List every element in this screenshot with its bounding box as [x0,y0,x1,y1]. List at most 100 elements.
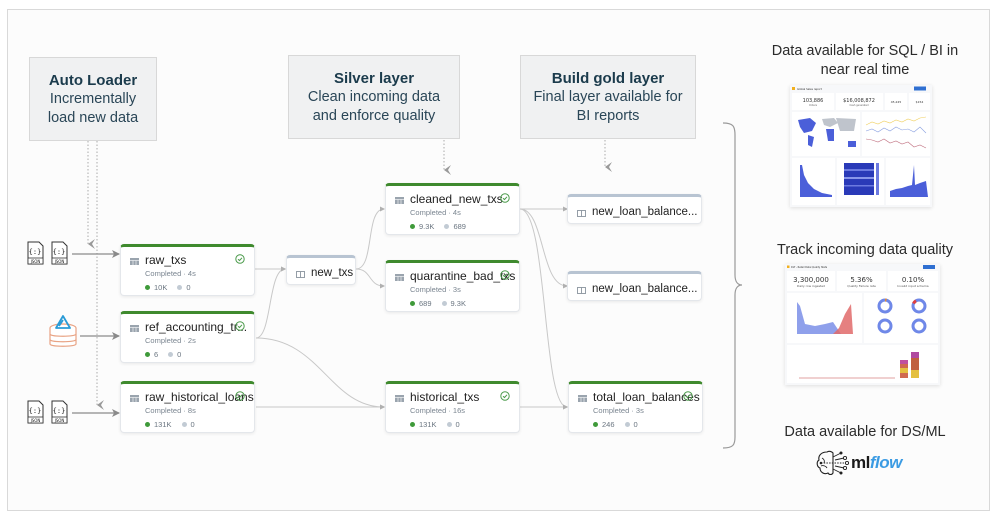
node-raw-historical-loans[interactable]: raw_historical_loans Completed · 8s 131K… [120,381,255,433]
node-metrics: 10K 0 [145,283,191,292]
mlflow-logo-ml: ml [851,453,870,472]
svg-text:JSON: JSON [54,259,65,264]
table-icon [395,395,404,402]
sql-bi-caption: Data available for SQL / BI in near real… [760,42,970,80]
node-new-txs[interactable]: new_txs [286,255,356,285]
brain-network-icon [816,450,850,476]
dropped-count: 0 [186,283,191,292]
kpi-label: Invalid input schema [897,284,928,288]
completed-check-icon [235,254,245,264]
dropped-dot-icon [441,301,447,306]
completed-check-icon [500,391,510,401]
node-name: new_loan_balance... [592,206,698,218]
delta-table-source [47,315,79,354]
callout-title: Build gold layer [551,70,665,87]
kpi-value: $154 [916,100,924,104]
json-file-icon: {:} JSON [51,241,68,265]
table-icon [578,395,587,402]
table-icon [130,395,139,402]
node-status: Completed · 8s [145,406,196,415]
node-metrics: 131K 0 [145,420,195,429]
node-name: new_loan_balance... [592,283,698,295]
dropped-dot-icon [177,285,183,290]
dropped-count: 0 [190,420,195,429]
callout-title: Silver layer [333,70,415,87]
kpi-label: Orders [809,104,818,107]
mlflow-logo-flow: flow [869,453,903,472]
node-ref-accounting[interactable]: ref_accounting_tr... Completed · 2s 60 [120,311,255,363]
kpi-value: 0.10% [902,276,925,284]
node-quarantine-bad-txs[interactable]: quarantine_bad_txs Completed · 3s 689 9.3… [385,260,520,312]
kpi-label: Quality Failure rate [847,284,876,288]
node-status: Completed · 3s [410,285,461,294]
node-status: Completed · 16s [410,406,466,415]
json-source-2: {:} JSON {:} JSON [27,400,71,429]
node-total-loan-balances[interactable]: total_loan_balances Completed · 3s 246 0 [568,381,703,433]
written-dot-icon [410,224,415,229]
written-dot-icon [410,422,415,427]
dropped-count: 0 [455,420,460,429]
dropped-count: 0 [177,350,182,359]
written-count: 10K [154,283,168,292]
dropped-count: 9.3K [450,299,466,308]
svg-text:JSON: JSON [30,418,41,423]
svg-text:{:}: {:} [29,407,42,415]
callout-line: Clean incoming data [307,89,441,105]
written-dot-icon [410,301,415,306]
view-icon [577,287,586,294]
node-metrics: 9.3K 689 [410,222,466,231]
view-icon [577,210,586,217]
node-metrics: 131K 0 [410,420,460,429]
dropped-dot-icon [624,422,630,427]
written-count: 131K [154,420,172,429]
node-new-loan-balance-2[interactable]: new_loan_balance... [567,271,702,301]
svg-text:JSON: JSON [54,418,65,423]
callout-title: Auto Loader [48,72,138,89]
completed-check-icon [500,193,510,203]
written-count: 246 [602,420,615,429]
kpi-label: Daily row ingested [797,284,825,288]
heatmap-chart [844,163,879,195]
callout-line: BI reports [576,108,640,124]
node-name: historical_txs [410,390,480,404]
completed-check-icon [235,391,245,401]
node-name: ref_accounting_tr... [145,320,248,334]
written-dot-icon [145,352,150,357]
caption-line: near real time [820,62,910,78]
kpi-value: 45,245 [891,100,902,104]
written-count: 131K [419,420,437,429]
dashboard-title: DLT - Retail Data Quality Stats [791,266,828,269]
json-file-icon: {:} JSON [27,400,44,424]
callout-line: and enforce quality [312,108,436,124]
node-status: Completed · 4s [410,208,461,217]
sales-dashboard-screenshot: Global Sales report 103,886 Orders $16,0… [790,85,932,207]
json-source-1: {:} JSON {:} JSON [27,241,71,270]
completed-check-icon [235,321,245,331]
node-new-loan-balance-1[interactable]: new_loan_balance... [567,194,702,224]
svg-text:{:}: {:} [29,248,42,256]
table-icon [130,325,139,332]
node-metrics: 246 0 [593,420,638,429]
caption-line: Data available for DS/ML [784,424,946,440]
dropped-dot-icon [181,422,187,427]
json-file-icon: {:} JSON [27,241,44,265]
json-file-icon: {:} JSON [51,400,68,424]
written-dot-icon [593,422,598,427]
node-metrics: 689 9.3K [410,299,466,308]
callout-line: Final layer available for [533,89,683,105]
node-cleaned-new-txs[interactable]: cleaned_new_txs Completed · 4s 9.3K 689 [385,183,520,235]
completed-check-icon [683,391,693,401]
written-count: 9.3K [419,222,435,231]
completed-check-icon [500,270,510,280]
table-icon [395,274,404,281]
delta-table-icon [49,315,77,347]
node-raw-txs[interactable]: raw_txs Completed · 4s 10K 0 [120,244,255,296]
written-dot-icon [145,285,150,290]
kpi-value: 5.36% [850,276,873,284]
callout-line: load new data [47,110,139,126]
node-historical-txs[interactable]: historical_txs Completed · 16s 131K 0 [385,381,520,433]
dropped-dot-icon [446,422,452,427]
node-status: Completed · 2s [145,336,196,345]
table-icon [395,197,404,204]
node-name: cleaned_new_txs [410,192,503,206]
